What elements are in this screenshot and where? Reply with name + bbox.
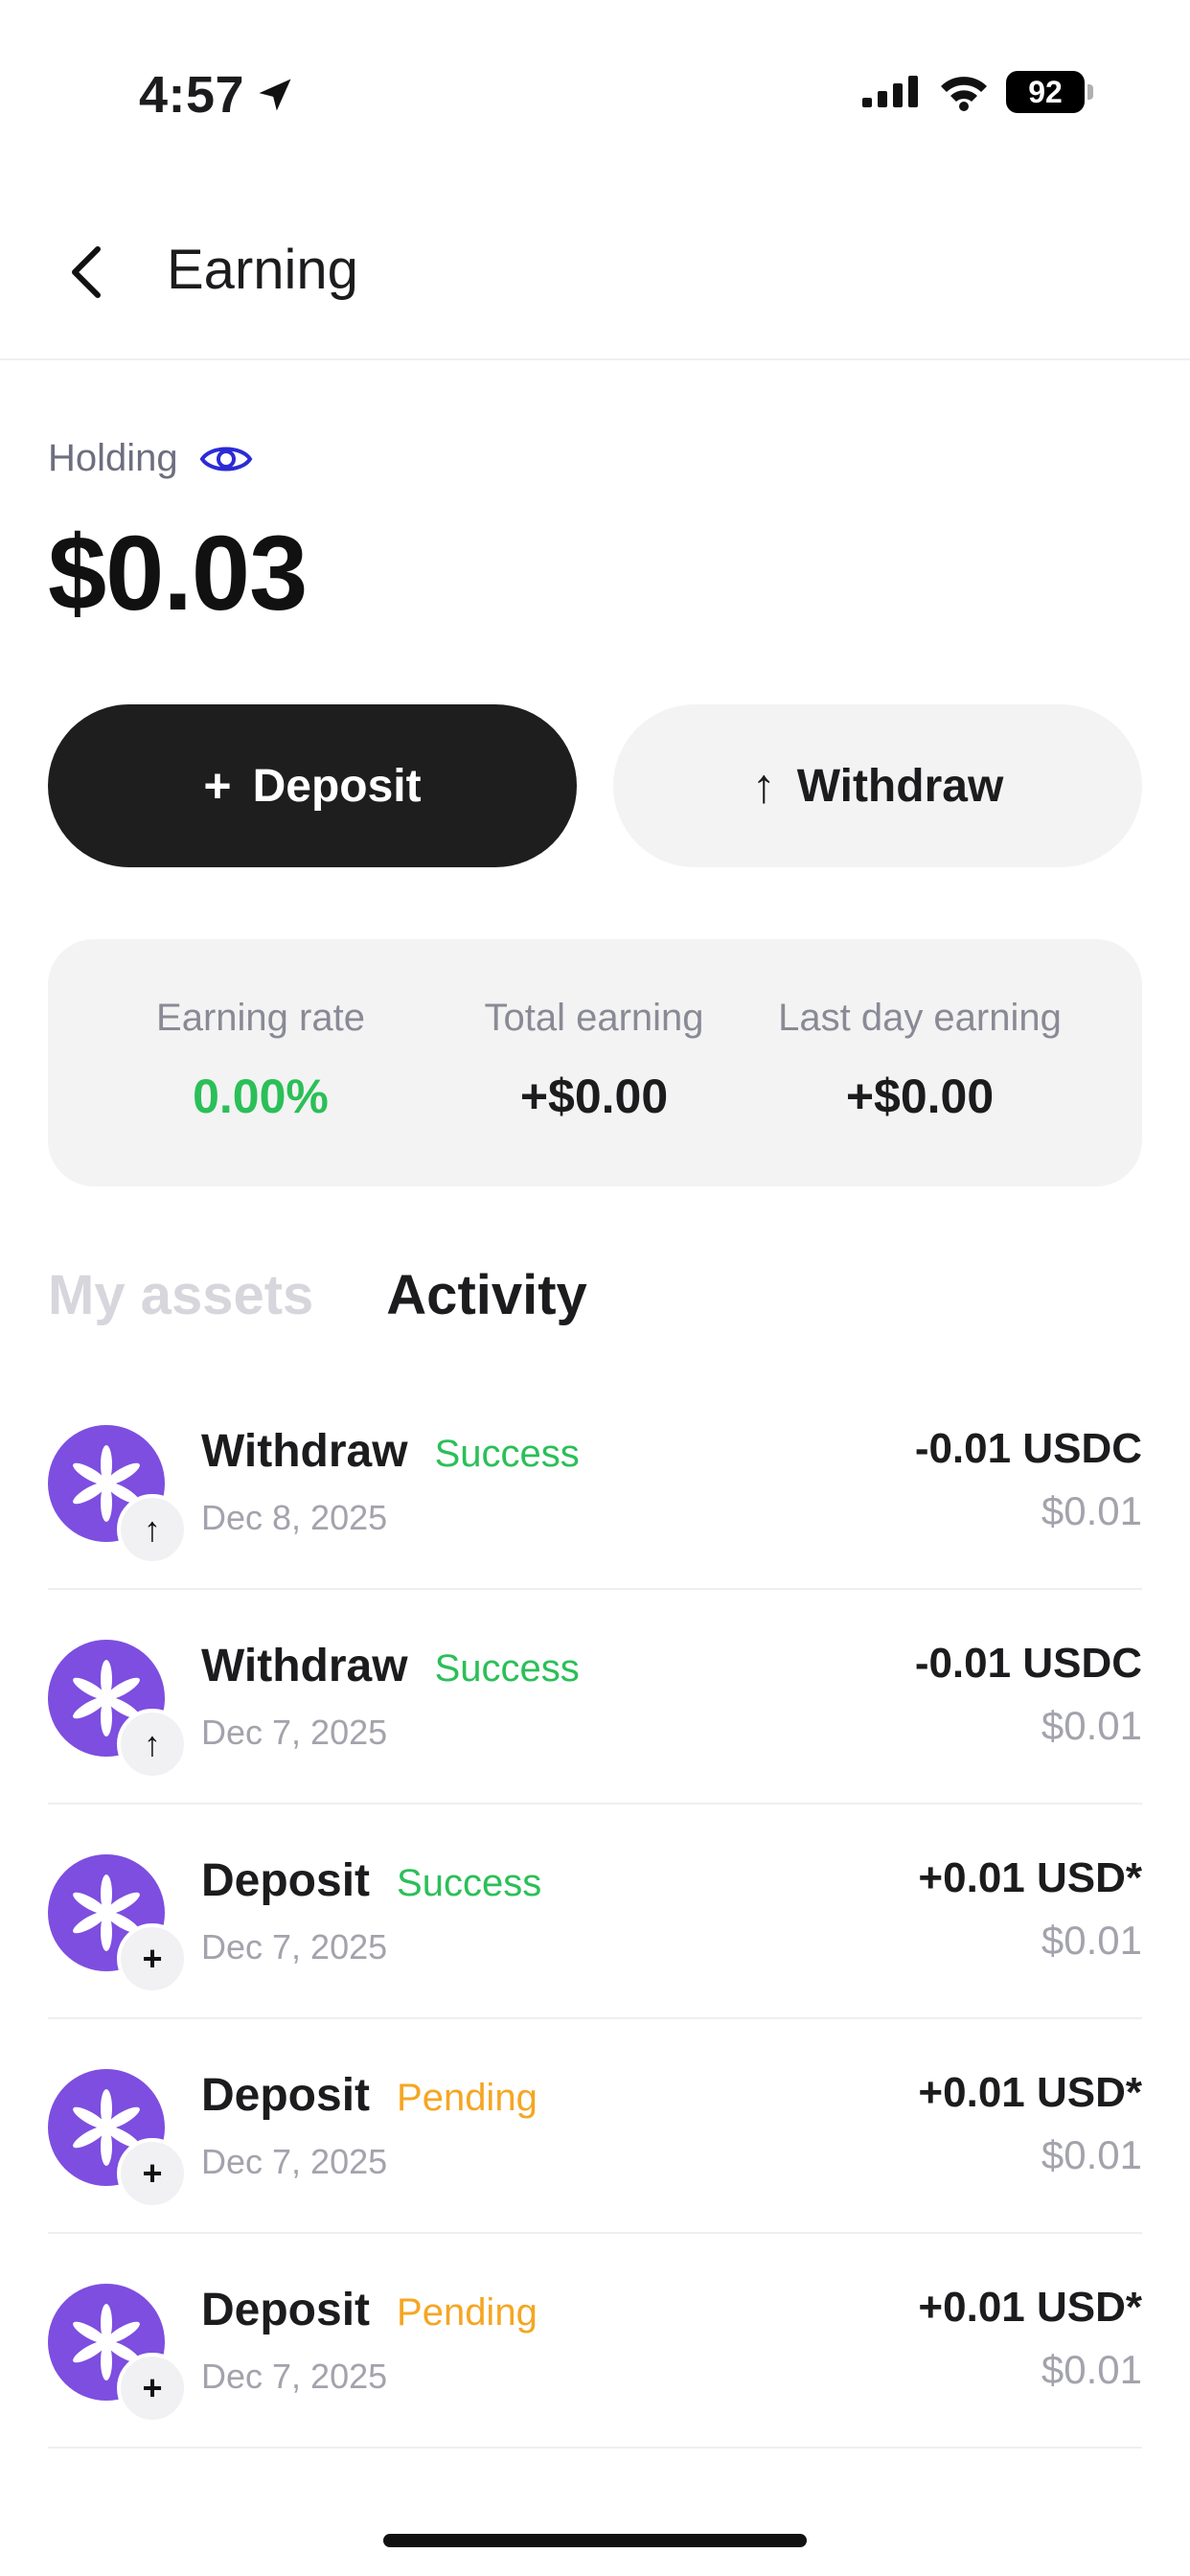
- activity-fiat-value: $0.01: [1041, 1488, 1142, 1533]
- activity-fiat-value: $0.01: [1041, 1703, 1142, 1748]
- withdraw-button-label: Withdraw: [796, 760, 1004, 812]
- plus-icon: +: [117, 1923, 188, 1994]
- activity-type: Deposit: [201, 2285, 371, 2335]
- activity-title: Withdraw Success: [201, 1640, 580, 1692]
- activity-list: ↑ Withdraw Success Dec 8, 2025 -0.01 USD…: [48, 1375, 1142, 2449]
- nav-header: Earning: [0, 192, 1190, 360]
- activity-title: Withdraw Success: [201, 1425, 580, 1478]
- stat-value: +$0.00: [519, 1070, 669, 1123]
- activity-date: Dec 7, 2025: [201, 1927, 388, 1966]
- activity-date: Dec 7, 2025: [201, 1713, 388, 1752]
- activity-row[interactable]: + Deposit Pending Dec 7, 2025 +0.01 USD*…: [48, 2019, 1142, 2234]
- holding-row: Holding: [48, 437, 253, 480]
- deposit-button[interactable]: + Deposit: [48, 704, 577, 867]
- stat-label: Last day earning: [778, 997, 1062, 1039]
- activity-amount: +0.01 USD*: [918, 2069, 1142, 2116]
- activity-row[interactable]: ↑ Withdraw Success Dec 8, 2025 -0.01 USD…: [48, 1375, 1142, 1590]
- activity-title: Deposit Success: [201, 1854, 541, 1907]
- tab-activity[interactable]: Activity: [386, 1263, 587, 1327]
- stat-label: Total earning: [484, 997, 704, 1039]
- earnings-summary-card: Earning rate 0.00% Total earning +$0.00 …: [48, 939, 1142, 1186]
- home-indicator[interactable]: [383, 2534, 807, 2547]
- plus-icon: +: [117, 2353, 188, 2424]
- page-title: Earning: [167, 239, 358, 301]
- status-indicators: 92: [862, 71, 1093, 113]
- back-button[interactable]: [48, 234, 125, 310]
- arrow-up-icon: ↑: [751, 759, 776, 813]
- stat-last-day-earning: Last day earning +$0.00: [757, 997, 1083, 1124]
- deposit-button-label: Deposit: [252, 760, 422, 812]
- activity-status: Success: [434, 1647, 580, 1690]
- battery-indicator: 92: [1006, 71, 1093, 113]
- activity-row[interactable]: ↑ Withdraw Success Dec 7, 2025 -0.01 USD…: [48, 1590, 1142, 1805]
- activity-row[interactable]: + Deposit Pending Dec 7, 2025 +0.01 USD*…: [48, 2234, 1142, 2449]
- activity-type: Deposit: [201, 2070, 371, 2121]
- activity-type: Deposit: [201, 1855, 371, 1906]
- tab-bar: My assets Activity: [48, 1263, 587, 1327]
- arrow-up-icon: ↑: [117, 1494, 188, 1565]
- arrow-up-icon: ↑: [117, 1709, 188, 1780]
- plus-icon: +: [117, 2138, 188, 2209]
- stat-value: 0.00%: [193, 1070, 329, 1123]
- eye-icon[interactable]: [199, 440, 253, 478]
- chevron-left-icon: [72, 246, 101, 298]
- activity-type: Withdraw: [201, 1426, 408, 1477]
- activity-amount: -0.01 USDC: [914, 1425, 1142, 1472]
- activity-fiat-value: $0.01: [1041, 2132, 1142, 2177]
- activity-status: Success: [397, 1862, 542, 1904]
- activity-status: Success: [434, 1433, 580, 1475]
- status-bar: 4:57 92: [0, 0, 1190, 192]
- stat-total-earning: Total earning +$0.00: [431, 997, 757, 1124]
- stat-value: +$0.00: [845, 1070, 995, 1123]
- activity-type: Withdraw: [201, 1641, 408, 1691]
- activity-date: Dec 7, 2025: [201, 2357, 388, 2396]
- stat-label: Earning rate: [156, 997, 365, 1039]
- activity-amount: +0.01 USD*: [918, 2284, 1142, 2331]
- activity-status: Pending: [397, 2077, 538, 2119]
- activity-status: Pending: [397, 2291, 538, 2334]
- activity-fiat-value: $0.01: [1041, 2347, 1142, 2392]
- activity-amount: -0.01 USDC: [914, 1640, 1142, 1687]
- activity-title: Deposit Pending: [201, 2069, 538, 2122]
- activity-fiat-value: $0.01: [1041, 1918, 1142, 1963]
- battery-level: 92: [1028, 74, 1063, 109]
- activity-amount: +0.01 USD*: [918, 1854, 1142, 1901]
- tab-my-assets[interactable]: My assets: [48, 1263, 313, 1327]
- holding-amount: $0.03: [48, 515, 308, 632]
- status-time-text: 4:57: [139, 66, 245, 124]
- location-arrow-icon: [259, 79, 291, 111]
- withdraw-button[interactable]: ↑ Withdraw: [613, 704, 1142, 867]
- stat-earning-rate: Earning rate 0.00%: [98, 997, 423, 1124]
- holding-label: Holding: [48, 437, 178, 479]
- cellular-signal-icon: [862, 76, 918, 111]
- activity-date: Dec 8, 2025: [201, 1498, 388, 1537]
- activity-row[interactable]: + Deposit Success Dec 7, 2025 +0.01 USD*…: [48, 1805, 1142, 2019]
- wifi-icon: [941, 77, 987, 111]
- plus-icon: +: [203, 759, 232, 813]
- activity-date: Dec 7, 2025: [201, 2142, 388, 2181]
- status-time: 4:57: [139, 65, 296, 125]
- activity-title: Deposit Pending: [201, 2284, 538, 2336]
